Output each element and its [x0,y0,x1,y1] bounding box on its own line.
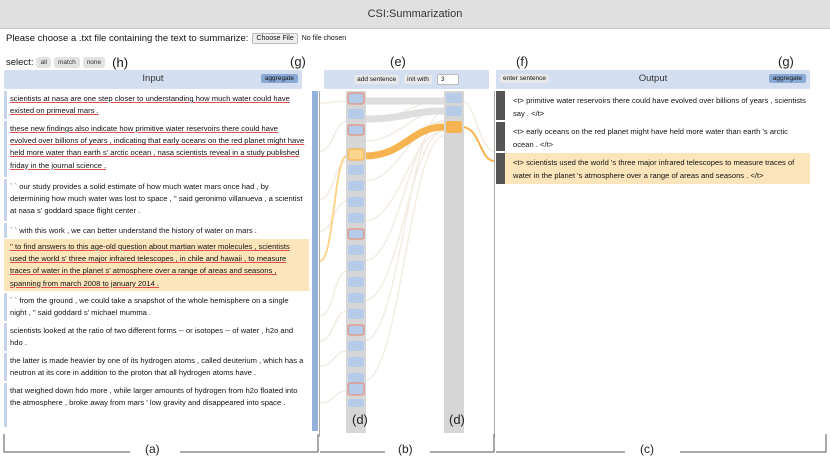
annotation-h: (h) [112,55,129,70]
input-sentence-row[interactable]: the latter is made heavier by one of its… [4,353,309,381]
input-sentence-row[interactable]: scientists looked at the ratio of two di… [4,323,309,351]
input-sentence-row[interactable]: these new findings also indicate how pri… [4,121,309,177]
select-row: select: all match none (h) [6,55,128,70]
input-sentence-text: scientists looked at the ratio of two di… [10,326,294,348]
input-sentence-text: these new findings also indicate how pri… [10,124,305,170]
input-sentence-text: ` ` our study provides a solid estimate … [10,182,303,216]
output-title: Output [638,73,668,84]
output-sentence-text: <t> early oceans on the red planet might… [513,127,788,149]
input-aggregate-button[interactable]: aggregate [260,74,298,83]
input-sentence-row-selected[interactable]: '' to find answers to this age-old quest… [4,239,309,291]
input-sentence-text: that weighed down hdo more , while large… [10,386,298,408]
annotation-d-right: (d) [449,412,465,427]
annotation-g-right: (g) [778,54,794,69]
annotation-g-left: (g) [290,54,306,69]
app-title: CSI:Summarization [367,8,463,20]
file-chooser-row: Please choose a .txt file containing the… [6,33,346,44]
input-sentence-row[interactable]: ` ` from the ground , we could take a sn… [4,293,309,321]
select-none-button[interactable]: none [82,57,106,68]
annotation-b: (b) [398,442,413,456]
input-sentence-text: ` ` from the ground , we could take a sn… [10,296,289,318]
output-header: enter sentence Output aggregate [496,70,810,89]
alignment-view [320,91,494,433]
input-header: Input aggregate [4,70,302,89]
output-sentence-row-selected[interactable]: <t> scientists used the world 's three m… [496,153,810,184]
target-node-column [444,91,464,433]
input-sentence-row[interactable]: scientists at nasa are one step closer t… [4,91,309,119]
input-sentence-row[interactable]: ` ` with this work , we can better under… [4,223,309,238]
select-label: select: [6,57,34,68]
select-match-button[interactable]: match [53,57,80,68]
annotation-e: (e) [390,54,406,69]
output-sentence-text: <t> scientists used the world 's three m… [513,158,795,180]
init-with-input[interactable]: 3 [436,74,459,85]
choose-file-button[interactable]: Choose File [252,33,298,44]
output-sentence-text: <t> primitive water reservoirs there cou… [513,96,806,118]
output-sentence-row[interactable]: <t> primitive water reservoirs there cou… [496,91,810,120]
input-sentence-row[interactable]: ` ` our study provides a solid estimate … [4,179,309,221]
divider-right [494,91,495,437]
output-sentence-row[interactable]: <t> early oceans on the red planet might… [496,122,810,151]
annotation-f: (f) [516,54,529,69]
middle-header: add sentence init with 3 [324,70,489,89]
input-sentence-text: the latter is made heavier by one of its… [10,356,304,378]
input-sentence-text: ` ` with this work , we can better under… [10,226,257,235]
file-status: No file chosen [301,35,347,42]
file-prompt: Please choose a .txt file containing the… [6,33,249,44]
select-all-button[interactable]: all [36,57,51,68]
input-sentence-text: scientists at nasa are one step closer t… [10,94,290,116]
alignment-link-highlight [320,155,348,262]
app-title-bar: CSI:Summarization [0,0,830,29]
alignment-link [363,107,445,123]
annotation-a: (a) [145,442,160,456]
input-panel: scientists at nasa are one step closer t… [4,91,318,431]
annotation-d-left: (d) [352,412,368,427]
output-panel: <t> primitive water reservoirs there cou… [496,91,810,431]
input-scrollbar[interactable] [312,91,318,431]
add-sentence-button[interactable]: add sentence [354,75,400,84]
annotation-c: (c) [640,442,654,456]
output-aggregate-button[interactable]: aggregate [768,74,806,83]
section-brackets [3,434,827,453]
input-title: Input [142,73,164,84]
input-sentence-text: '' to find answers to this age-old quest… [10,242,290,288]
init-with-label: init with [404,75,432,84]
alignment-link-highlight [461,126,494,162]
input-sentence-row[interactable]: that weighed down hdo more , while large… [4,383,309,427]
